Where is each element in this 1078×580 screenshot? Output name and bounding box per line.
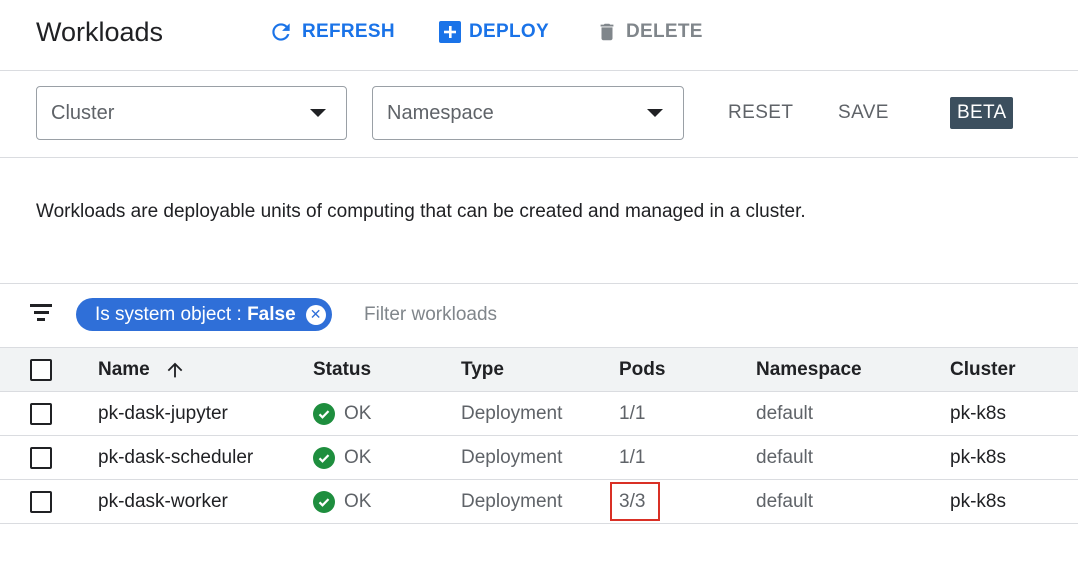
column-header-name[interactable]: Name <box>98 348 186 391</box>
select-all-checkbox[interactable] <box>30 358 52 381</box>
status-cell: OK <box>313 480 371 523</box>
filter-chip-text: Is system object : False <box>95 304 296 326</box>
close-circle-icon[interactable]: ✕ <box>305 304 326 325</box>
namespace-select-label: Namespace <box>387 101 494 124</box>
type-cell: Deployment <box>461 402 563 424</box>
status-text: OK <box>344 490 372 512</box>
delete-label: DELETE <box>626 21 703 42</box>
save-button[interactable]: SAVE <box>838 100 889 126</box>
type-cell: Deployment <box>461 490 563 512</box>
workload-name-link[interactable]: pk-dask-worker <box>98 480 228 523</box>
column-header-type[interactable]: Type <box>461 348 504 391</box>
add-box-icon <box>439 21 461 43</box>
row-checkbox[interactable] <box>30 490 52 513</box>
namespace-cell: default <box>756 490 814 512</box>
filter-chip[interactable]: Is system object : False ✕ <box>76 298 332 331</box>
table-row: pk-dask-scheduler OK Deployment 1/1 defa… <box>0 436 1078 480</box>
pods-cell: 1/1 <box>619 402 646 424</box>
filter-list-icon[interactable] <box>30 304 52 324</box>
cluster-cell: pk-k8s <box>950 402 1006 424</box>
toolbar-divider <box>0 157 1078 158</box>
deploy-label: DEPLOY <box>469 21 549 42</box>
type-cell: Deployment <box>461 446 563 468</box>
namespace-select[interactable]: Namespace <box>372 86 684 140</box>
cluster-select-label: Cluster <box>51 101 115 124</box>
status-cell: OK <box>313 392 371 435</box>
trash-icon <box>600 23 614 41</box>
cluster-cell: pk-k8s <box>950 490 1006 512</box>
page-description: Workloads are deployable units of comput… <box>36 201 806 222</box>
dropdown-arrow-icon <box>310 109 326 117</box>
header-divider <box>0 70 1078 71</box>
cluster-select[interactable]: Cluster <box>36 86 347 140</box>
namespace-cell: default <box>756 446 814 468</box>
status-text: OK <box>344 402 372 424</box>
dropdown-arrow-icon <box>647 109 663 117</box>
refresh-label: REFRESH <box>302 21 395 42</box>
status-text: OK <box>344 446 372 468</box>
arrow-up-icon <box>167 362 183 377</box>
table-header: Name Status Type Pods Namespace Cluster <box>0 347 1078 392</box>
workload-name-link[interactable]: pk-dask-scheduler <box>98 436 253 479</box>
delete-button[interactable]: DELETE <box>596 16 703 48</box>
check-circle-icon <box>313 446 335 469</box>
refresh-icon <box>272 23 290 41</box>
row-checkbox[interactable] <box>30 446 52 469</box>
filter-workloads-input[interactable] <box>364 302 964 328</box>
status-cell: OK <box>313 436 371 479</box>
filter-chip-value: False <box>247 303 296 325</box>
column-header-pods[interactable]: Pods <box>619 348 665 391</box>
column-header-status[interactable]: Status <box>313 348 371 391</box>
check-circle-icon <box>313 490 335 513</box>
column-header-namespace[interactable]: Namespace <box>756 348 862 391</box>
page-title: Workloads <box>36 17 164 47</box>
pods-cell: 1/1 <box>619 446 646 468</box>
beta-badge: BETA <box>950 97 1014 129</box>
cluster-cell: pk-k8s <box>950 446 1006 468</box>
column-header-name-label: Name <box>98 358 150 380</box>
deploy-button[interactable]: DEPLOY <box>439 16 549 48</box>
table-row: pk-dask-jupyter OK Deployment 1/1 defaul… <box>0 392 1078 436</box>
highlight-box <box>610 482 660 521</box>
filter-chip-key: Is system object : <box>95 303 242 325</box>
check-circle-icon <box>313 402 335 425</box>
workload-name-link[interactable]: pk-dask-jupyter <box>98 392 228 435</box>
refresh-button[interactable]: REFRESH <box>268 16 395 48</box>
description-divider <box>0 283 1078 284</box>
table-row: pk-dask-worker OK Deployment 3/3 default… <box>0 480 1078 524</box>
row-checkbox[interactable] <box>30 402 52 425</box>
namespace-cell: default <box>756 402 814 424</box>
reset-button[interactable]: RESET <box>728 100 793 126</box>
column-header-cluster[interactable]: Cluster <box>950 348 1015 391</box>
